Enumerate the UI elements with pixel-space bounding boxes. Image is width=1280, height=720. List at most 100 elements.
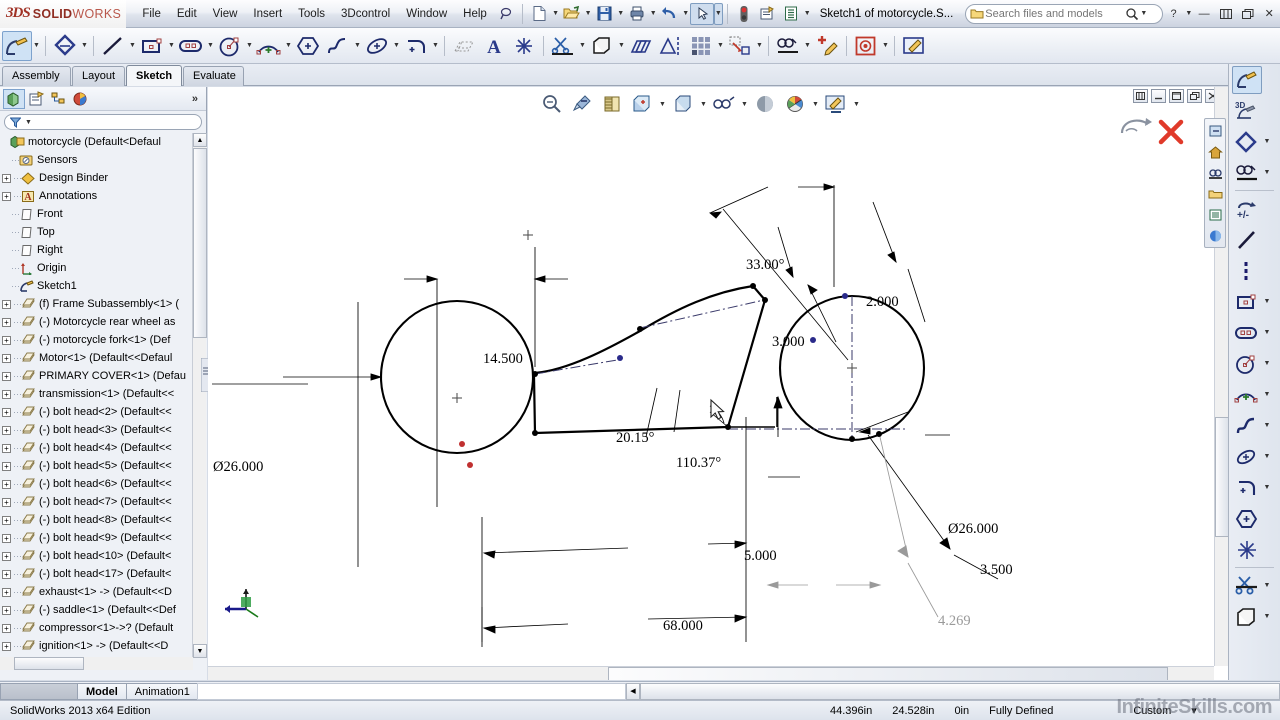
slot-caret-icon[interactable]: ▼: [206, 35, 215, 57]
tree-item[interactable]: +⋯(-) bolt head<2> (Default<<: [0, 403, 207, 421]
tree-expander[interactable]: +: [2, 480, 11, 489]
select-arrow-icon[interactable]: [690, 3, 714, 25]
centerline-icon[interactable]: [1232, 257, 1262, 285]
dimension-angle-110-37[interactable]: 110.37°: [676, 455, 721, 472]
edit-sketch-icon[interactable]: [899, 31, 929, 61]
quick-snaps-caret-icon[interactable]: ▼: [755, 35, 764, 57]
spline-caret-icon[interactable]: ▼: [1262, 422, 1272, 429]
trim-caret-icon[interactable]: ▼: [1262, 582, 1272, 589]
tree-expander[interactable]: +: [2, 390, 11, 399]
offset-icon[interactable]: [626, 31, 656, 61]
bottom-tab-blank[interactable]: [0, 683, 78, 700]
arc-icon[interactable]: [1232, 381, 1262, 409]
document-properties-icon[interactable]: [1205, 204, 1225, 225]
print-icon[interactable]: [625, 3, 649, 25]
tree-horizontal-scrollbar[interactable]: [0, 657, 193, 670]
status-units-caret-icon[interactable]: ▾: [1181, 704, 1207, 717]
tree-item[interactable]: +⋯(-) Motorcycle rear wheel as: [0, 313, 207, 331]
rectangle-caret-icon[interactable]: ▼: [1262, 298, 1272, 305]
extrude-caret-icon[interactable]: ▼: [617, 35, 626, 57]
sketch-caret-icon[interactable]: ▼: [32, 35, 41, 57]
tab-evaluate[interactable]: Evaluate: [183, 66, 244, 86]
display-options-caret-icon[interactable]: ▼: [803, 3, 812, 25]
tree-vertical-scrollbar[interactable]: ▲ ▼: [192, 133, 206, 658]
tree-item[interactable]: +⋯transmission<1> (Default<<: [0, 385, 207, 403]
open-document-icon[interactable]: [1205, 183, 1225, 204]
slot-icon[interactable]: [1232, 319, 1262, 347]
filter-caret-icon[interactable]: ▼: [24, 111, 33, 133]
ellipse-caret-icon[interactable]: ▼: [1262, 453, 1272, 460]
save-caret-icon[interactable]: ▼: [616, 3, 625, 25]
help-caret-icon[interactable]: ▼: [1184, 3, 1193, 25]
tree-item[interactable]: +⋯Design Binder: [0, 169, 207, 187]
open-caret-icon[interactable]: ▼: [584, 3, 593, 25]
tree-item[interactable]: +⋯(-) bolt head<3> (Default<<: [0, 421, 207, 439]
fillet-icon[interactable]: [401, 31, 431, 61]
dimension-len-3-5[interactable]: 3.500: [980, 562, 1013, 579]
close-button[interactable]: ✕: [1258, 5, 1280, 23]
menu-help[interactable]: Help: [455, 4, 495, 24]
smart-dimension-caret-icon[interactable]: ▼: [80, 35, 89, 57]
repair-sketch-icon[interactable]: [812, 31, 842, 61]
tree-scroll-thumb[interactable]: [193, 148, 207, 338]
tree-expander[interactable]: +: [2, 570, 11, 579]
tree-item[interactable]: +⋯exhaust<1> -> (Default<<D: [0, 583, 207, 601]
new-document-caret-icon[interactable]: ▼: [551, 3, 560, 25]
bottom-scroll-left-button[interactable]: ◀: [626, 683, 640, 700]
search-input[interactable]: [985, 8, 1125, 20]
tree-item[interactable]: +⋯(-) bolt head<8> (Default<<: [0, 511, 207, 529]
line-icon[interactable]: [1232, 226, 1262, 254]
slot-caret-icon[interactable]: ▼: [1262, 329, 1272, 336]
dimension-len-4-269[interactable]: 4.269: [938, 613, 971, 630]
circle-caret-icon[interactable]: ▼: [245, 35, 254, 57]
menu-edit[interactable]: Edit: [169, 4, 205, 24]
display-delete-relations-icon[interactable]: [851, 31, 881, 61]
slot-icon[interactable]: [176, 31, 206, 61]
arc-icon[interactable]: [254, 31, 284, 61]
graphics-viewport[interactable]: ▼ ▼ ▼ ▼ ▼: [208, 87, 1228, 680]
tree-item[interactable]: +⋯ignition<1> -> (Default<<D: [0, 637, 207, 655]
tree-scroll-down-button[interactable]: ▼: [193, 644, 207, 658]
point-icon[interactable]: [509, 31, 539, 61]
tree-item[interactable]: +⋯PRIMARY COVER<1> (Defau: [0, 367, 207, 385]
tree-expander[interactable]: +: [2, 318, 11, 327]
display-delete-relations-caret-icon[interactable]: ▼: [881, 35, 890, 57]
line-caret-icon[interactable]: ▼: [128, 35, 137, 57]
tree-item[interactable]: ⋯Origin: [0, 259, 207, 277]
dimension-wheel-dia-right[interactable]: Ø26.000: [948, 521, 998, 538]
mirror-icon[interactable]: [656, 31, 686, 61]
extrude-icon[interactable]: [587, 31, 617, 61]
select-caret-icon[interactable]: ▼: [714, 3, 723, 25]
configuration-manager-icon[interactable]: [47, 89, 69, 109]
tree-item[interactable]: +⋯(-) bolt head<5> (Default<<: [0, 457, 207, 475]
panel-expand-chevron-icon[interactable]: »: [192, 93, 198, 105]
tree-expander[interactable]: +: [2, 336, 11, 345]
tree-item[interactable]: +⋯(-) bolt head<9> (Default<<: [0, 529, 207, 547]
tree-filter-bar[interactable]: ▼: [4, 114, 202, 130]
search-box[interactable]: ▼: [965, 4, 1162, 24]
tree-expander[interactable]: +: [2, 552, 11, 561]
tree-item[interactable]: motorcycle (Default<Defaul: [0, 133, 207, 151]
move-entities-caret-icon[interactable]: ▼: [1262, 169, 1272, 176]
open-folder-icon[interactable]: [560, 3, 584, 25]
dimension-len-68[interactable]: 68.000: [663, 618, 703, 635]
circle-icon[interactable]: [1232, 350, 1262, 378]
menu-tools[interactable]: Tools: [290, 4, 333, 24]
pin-menu-icon[interactable]: [495, 3, 519, 25]
grid-caret-icon[interactable]: ▼: [716, 35, 725, 57]
3d-sketch-icon[interactable]: 3D: [1232, 97, 1262, 125]
bottom-scroll-thumb[interactable]: [640, 683, 1280, 700]
tree-item[interactable]: +⋯Motor<1> (Default<<Defaul: [0, 349, 207, 367]
tree-item[interactable]: +⋯(-) motorcycle fork<1> (Def: [0, 331, 207, 349]
circle-icon[interactable]: [215, 31, 245, 61]
maximize-button[interactable]: [1237, 5, 1259, 23]
feature-manager-icon[interactable]: [3, 89, 25, 109]
rebuild-icon[interactable]: [732, 3, 756, 25]
trim-icon[interactable]: [1232, 572, 1262, 600]
smart-dimension-icon[interactable]: [1232, 128, 1262, 156]
menu-insert[interactable]: Insert: [245, 4, 290, 24]
tree-expander[interactable]: +: [2, 606, 11, 615]
polygon-icon[interactable]: [1232, 505, 1262, 533]
move-entities-icon[interactable]: [773, 31, 803, 61]
home-view-icon[interactable]: [1205, 141, 1225, 162]
